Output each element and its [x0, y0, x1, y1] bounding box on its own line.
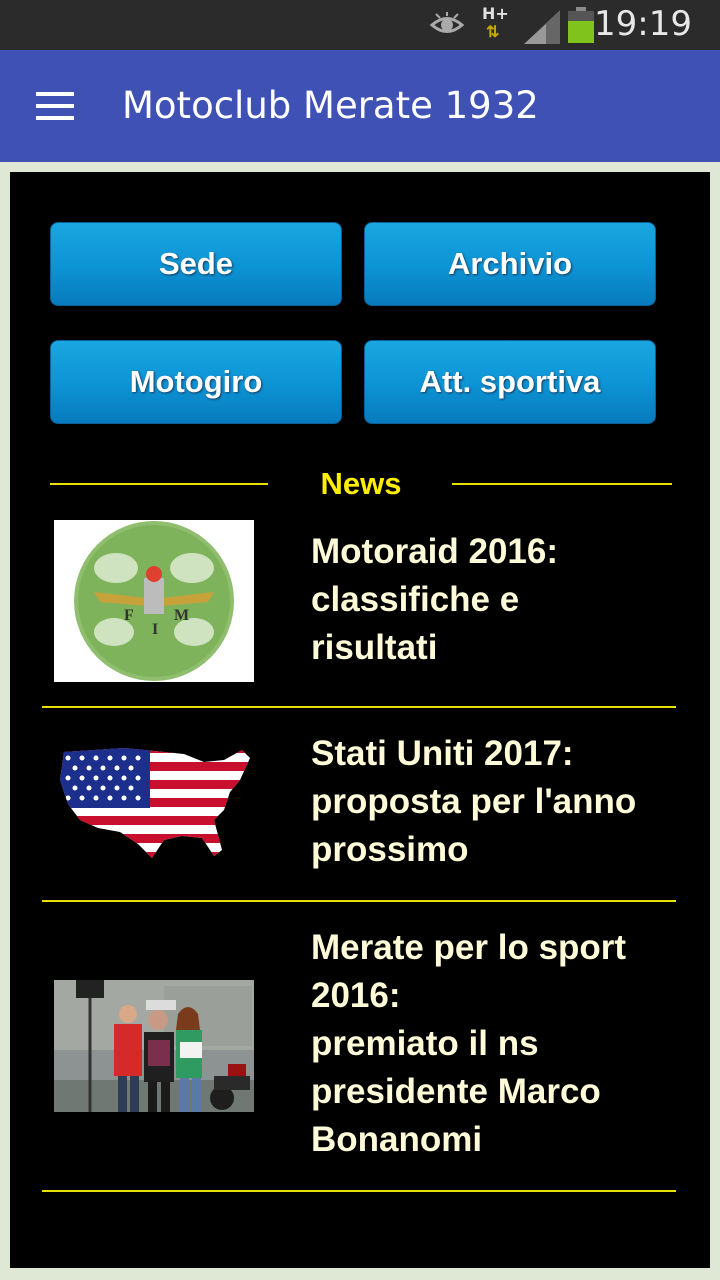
data-activity-icon: ⇅ [486, 24, 500, 41]
usa-flag-map-image [54, 740, 254, 868]
signal-strength-icon [524, 10, 560, 44]
status-bar: H+ ⇅ 19:19 [0, 0, 720, 50]
news-item[interactable]: Merate per lo sport 2016: premiato il ns… [42, 902, 676, 1192]
news-title: Merate per lo sport 2016: premiato il ns… [311, 928, 627, 1159]
eye-icon [430, 12, 464, 33]
app-bar: Motoclub Merate 1932 [0, 50, 720, 162]
battery-icon [568, 7, 594, 43]
app-title: Motoclub Merate 1932 [122, 84, 539, 127]
status-time: 19:19 [594, 4, 692, 44]
news-title: Stati Uniti 2017: proposta per l'anno pr… [311, 734, 637, 869]
news-title: Motoraid 2016: classifiche e risultati [311, 532, 558, 667]
att-sportiva-button[interactable]: Att. sportiva [364, 340, 656, 424]
svg-text:F: F [124, 607, 134, 624]
news-item[interactable]: F I M Motoraid 2016: classifiche e risul… [42, 512, 676, 708]
svg-text:I: I [152, 621, 158, 638]
archivio-button[interactable]: Archivio [364, 222, 656, 306]
divider [452, 483, 672, 485]
svg-text:M: M [174, 607, 189, 624]
hamburger-menu-icon[interactable] [36, 92, 76, 122]
network-type-label: H+ [482, 4, 509, 23]
award-photo-image [54, 980, 254, 1112]
sede-button[interactable]: Sede [50, 222, 342, 306]
news-section-header: News [50, 462, 672, 506]
news-item[interactable]: Stati Uniti 2017: proposta per l'anno pr… [42, 708, 676, 902]
fmi-logo-image: F I M [54, 520, 254, 682]
main-content: Sede Archivio Motogiro Att. sportiva New… [10, 172, 710, 1268]
motogiro-button[interactable]: Motogiro [50, 340, 342, 424]
